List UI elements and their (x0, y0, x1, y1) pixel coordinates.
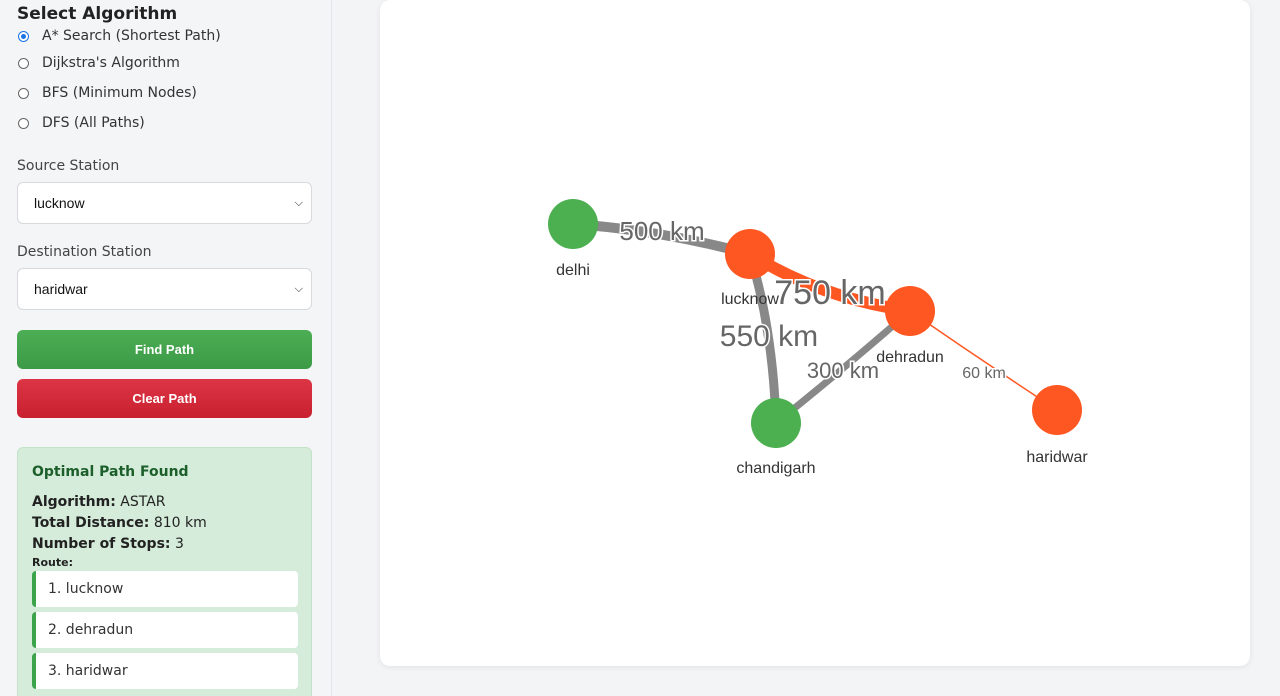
radio-button[interactable] (18, 87, 29, 99)
graph-node-lucknow[interactable] (725, 229, 775, 279)
graph-node-haridwar[interactable] (1032, 385, 1082, 435)
destination-label: Destination Station (17, 244, 152, 260)
source-value: lucknow (34, 195, 85, 211)
route-item: 3. haridwar (32, 653, 298, 689)
graph-edge-label: 500 km (619, 216, 704, 246)
algorithm-option[interactable]: BFS (Minimum Nodes) (17, 78, 311, 108)
algorithm-option-label: A* Search (Shortest Path) (42, 28, 221, 44)
result-algorithm: Algorithm: ASTAR (32, 494, 166, 510)
graph-node-label: delhi (556, 262, 590, 279)
graph-canvas[interactable]: delhi lucknow dehradun chandigarh haridwar 50… (380, 0, 1250, 666)
chevron-down-icon: ⌵ (294, 196, 303, 209)
radio-button[interactable] (18, 57, 29, 69)
algorithm-option[interactable]: Dijkstra's Algorithm (17, 48, 311, 78)
algorithm-title: Select Algorithm (17, 4, 178, 24)
graph-node-chandigarh[interactable] (751, 398, 801, 448)
graph-edge-label: 300 km (807, 358, 879, 383)
result-stops: Number of Stops: 3 (32, 536, 184, 552)
find-path-button[interactable]: Find Path (17, 330, 312, 369)
graph-node-label: haridwar (1026, 449, 1088, 466)
graph-node-label: chandigarh (736, 460, 815, 477)
result-title: Optimal Path Found (32, 464, 189, 480)
algorithm-option-label: BFS (Minimum Nodes) (42, 85, 197, 101)
graph-node-label: lucknow (721, 291, 779, 308)
clear-path-button[interactable]: Clear Path (17, 379, 312, 418)
graph-node-dehradun[interactable] (885, 286, 935, 336)
source-label: Source Station (17, 158, 120, 174)
graph-node-delhi[interactable] (548, 199, 598, 249)
radio-button[interactable] (18, 30, 29, 42)
chevron-down-icon: ⌵ (294, 282, 303, 295)
algorithm-option[interactable]: DFS (All Paths) (17, 108, 311, 138)
destination-value: haridwar (34, 281, 88, 297)
graph-edge-label: 60 km (962, 365, 1006, 382)
graph-node-label: dehradun (876, 349, 944, 366)
route-item: 2. dehradun (32, 612, 298, 648)
result-distance: Total Distance: 810 km (32, 515, 207, 531)
radio-button[interactable] (18, 117, 29, 129)
destination-select[interactable]: haridwar ⌵ (17, 268, 312, 310)
algorithm-option-label: DFS (All Paths) (42, 115, 145, 131)
algorithm-option-label: Dijkstra's Algorithm (42, 55, 180, 71)
result-panel: Optimal Path Found Algorithm: ASTAR Tota… (17, 447, 312, 696)
route-list: 1. lucknow 2. dehradun 3. haridwar (32, 571, 298, 689)
route-label: Route: (32, 556, 73, 569)
sidebar: Select Algorithm A* Search (Shortest Pat… (0, 0, 332, 696)
graph-edge-label: 750 km (774, 274, 886, 312)
algorithm-list: A* Search (Shortest Path) Dijkstra's Algo… (17, 24, 311, 138)
graph-card: delhi lucknow dehradun chandigarh haridwar 50… (380, 0, 1250, 666)
graph-edge-label: 550 km (720, 320, 818, 353)
algorithm-option[interactable]: A* Search (Shortest Path) (17, 24, 311, 48)
source-select[interactable]: lucknow ⌵ (17, 182, 312, 224)
route-item: 1. lucknow (32, 571, 298, 607)
